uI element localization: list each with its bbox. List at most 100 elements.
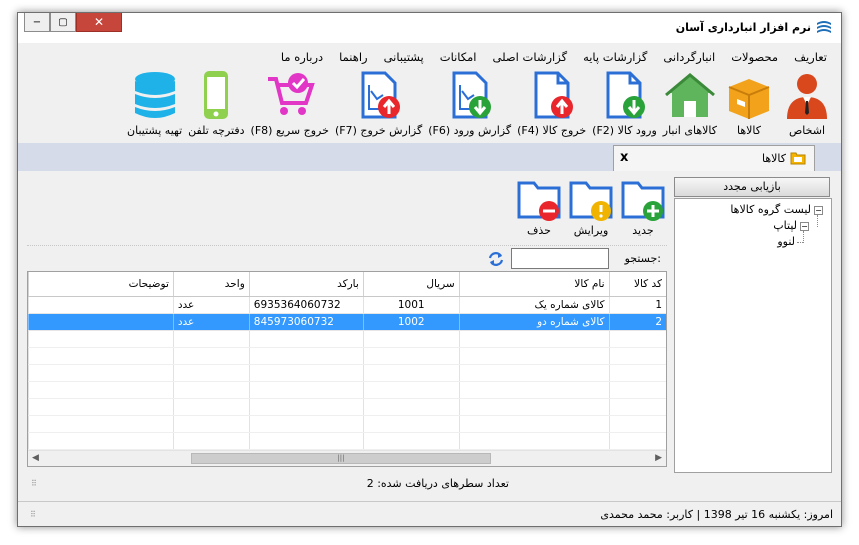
grid-header-row: کد کالا نام کالا سریال بارکد واحد توضیحا… <box>28 272 666 297</box>
menu-about[interactable]: درباره ما <box>273 46 331 68</box>
cell-unit: عدد <box>172 313 250 331</box>
tree-connector <box>797 242 803 243</box>
empty-row <box>28 398 666 416</box>
title-bar: − ▢ ✕ نرم افزار انبارداری آسان <box>18 13 841 43</box>
ribbon-phonebook-button[interactable]: دفترچه تلفن <box>188 69 245 153</box>
ribbon-out-report-button[interactable]: گزارش خروج (F7) <box>335 69 422 153</box>
horizontal-scrollbar[interactable]: ◀ ||| ▶ <box>28 450 666 466</box>
sync-icon[interactable] <box>487 250 505 268</box>
ribbon-in-report-button[interactable]: گزارش ورود (F6) <box>428 69 511 153</box>
collapse-icon[interactable]: − <box>800 221 809 231</box>
search-label: جستجو: <box>624 252 661 265</box>
search-row: جستجو: <box>27 245 667 271</box>
tree-node-label: لپتاپ <box>773 219 797 232</box>
empty-row <box>28 364 666 382</box>
ribbon-label: ورود کالا (F2) <box>592 124 657 137</box>
ribbon-label: کالاها <box>736 124 761 137</box>
grip-icon: ⠿ <box>30 510 36 519</box>
ribbon-goods-in-button[interactable]: ورود کالا (F2) <box>592 69 657 153</box>
col-header-unit[interactable]: واحد <box>172 272 250 297</box>
cell-barcode: 6935364060732 <box>248 296 364 314</box>
new-button[interactable]: جدید <box>619 177 667 247</box>
tab-goods[interactable]: کالاها x <box>613 145 815 171</box>
scroll-right-icon[interactable]: ▶ <box>655 453 662 463</box>
minimize-button[interactable]: − <box>24 13 50 32</box>
document-tab-strip: کالاها x <box>18 143 841 171</box>
refresh-tree-button[interactable]: بازیابی مجدد <box>674 177 830 197</box>
folder-delete-icon <box>517 181 561 221</box>
row-count-bar: ⠿ تعداد سطرهای دریافت شده: 2 <box>27 475 667 493</box>
ribbon-quick-out-button[interactable]: خروج سریع (F8) <box>251 69 329 153</box>
report-out-icon <box>361 71 400 119</box>
ribbon-label: خروج سریع (F8) <box>250 124 329 137</box>
scroll-left-icon[interactable]: ◀ <box>32 453 39 463</box>
col-header-barcode[interactable]: بارکد <box>248 272 364 297</box>
ribbon-label: خروج کالا (F4) <box>517 124 587 137</box>
group-tree: −لیست گروه کالاها −لپتاپ لنوو <box>674 198 832 473</box>
search-input[interactable] <box>511 248 609 269</box>
menu-bar: تعاریف محصولات انبارگردانی گزارشات پایه … <box>273 46 841 68</box>
col-header-serial[interactable]: سریال <box>362 272 460 297</box>
row-count-value: 2 <box>366 477 374 490</box>
tab-label: کالاها <box>761 152 786 165</box>
menu-inventory-count[interactable]: انبارگردانی <box>655 46 723 68</box>
tree-node-lenovo[interactable]: لنوو <box>777 235 795 248</box>
menu-definitions[interactable]: تعاریف <box>786 46 835 68</box>
tab-close-button[interactable]: x <box>620 150 628 165</box>
menu-products[interactable]: محصولات <box>723 46 786 68</box>
folder-edit-icon <box>569 181 613 221</box>
tree-node-label: لیست گروه کالاها <box>730 203 811 216</box>
ribbon-label: تهیه پشتیبان <box>127 124 183 137</box>
tree-connector <box>803 231 804 243</box>
ribbon-persons-button[interactable]: اشخاص <box>781 69 833 153</box>
box-icon <box>728 79 770 119</box>
menu-help[interactable]: راهنما <box>331 46 375 68</box>
menu-main-reports[interactable]: گزارشات اصلی <box>485 46 576 68</box>
edit-button[interactable]: ویرایش <box>567 177 615 247</box>
table-row[interactable]: 2 کالای شماره دو 1002 845973060732 عدد <box>28 313 666 331</box>
report-in-icon <box>452 71 491 119</box>
phone-icon <box>204 71 229 119</box>
app-logo-icon <box>817 21 831 33</box>
table-row[interactable]: 1 کالای شماره یک 1001 6935364060732 عدد <box>28 296 666 314</box>
col-header-name[interactable]: نام کالا <box>458 272 610 297</box>
document-in-icon <box>606 71 646 119</box>
col-header-code[interactable]: کد کالا <box>608 272 666 297</box>
ribbon-backup-button[interactable]: تهیه پشتیبان <box>127 69 182 153</box>
close-button[interactable]: ✕ <box>76 13 122 32</box>
cell-name: کالای شماره یک <box>458 296 610 314</box>
maximize-button[interactable]: ▢ <box>50 13 76 32</box>
tree-connector <box>817 215 818 227</box>
cell-barcode: 845973060732 <box>248 313 364 331</box>
ribbon-goods-out-button[interactable]: خروج کالا (F4) <box>517 69 586 153</box>
ribbon-label: کالاهای انبار <box>662 124 717 137</box>
menu-features[interactable]: امکانات <box>432 46 485 68</box>
delete-button[interactable]: حذف <box>515 177 563 247</box>
edit-label: ویرایش <box>573 224 609 237</box>
cell-description <box>28 296 174 314</box>
status-bar: ⠿ امروز: یکشنبه 16 تیر 1398 | کاربر: محم… <box>18 501 841 526</box>
database-icon <box>134 72 175 118</box>
col-header-description[interactable]: توضیحات <box>28 272 174 297</box>
window-title: نرم افزار انبارداری آسان <box>675 21 811 34</box>
ribbon-label: اشخاص <box>788 124 826 137</box>
goods-toolbar: جدید ویرایش حذف <box>511 177 667 247</box>
warehouse-icon <box>664 73 715 117</box>
ribbon-label: گزارش ورود (F6) <box>428 124 512 137</box>
cell-unit: عدد <box>172 296 250 314</box>
goods-grid: کد کالا نام کالا سریال بارکد واحد توضیحا… <box>27 271 667 467</box>
ribbon-goods-button[interactable]: کالاها <box>723 69 775 153</box>
window-controls: − ▢ ✕ <box>24 13 122 32</box>
folder-icon <box>790 152 806 165</box>
collapse-icon[interactable]: − <box>814 205 823 215</box>
menu-basic-reports[interactable]: گزارشات پایه <box>575 46 655 68</box>
empty-row <box>28 381 666 399</box>
tree-node-root[interactable]: −لیست گروه کالاها <box>730 203 823 216</box>
ribbon-warehouse-button[interactable]: کالاهای انبار <box>663 69 717 153</box>
cart-icon <box>267 73 315 115</box>
menu-support[interactable]: پشتیبانی <box>376 46 432 68</box>
grip-icon: ⠿ <box>31 479 37 488</box>
row-count-text: تعداد سطرهای دریافت شده: 2 <box>367 477 509 490</box>
new-label: جدید <box>632 224 654 237</box>
scrollbar-thumb[interactable]: ||| <box>191 453 491 464</box>
